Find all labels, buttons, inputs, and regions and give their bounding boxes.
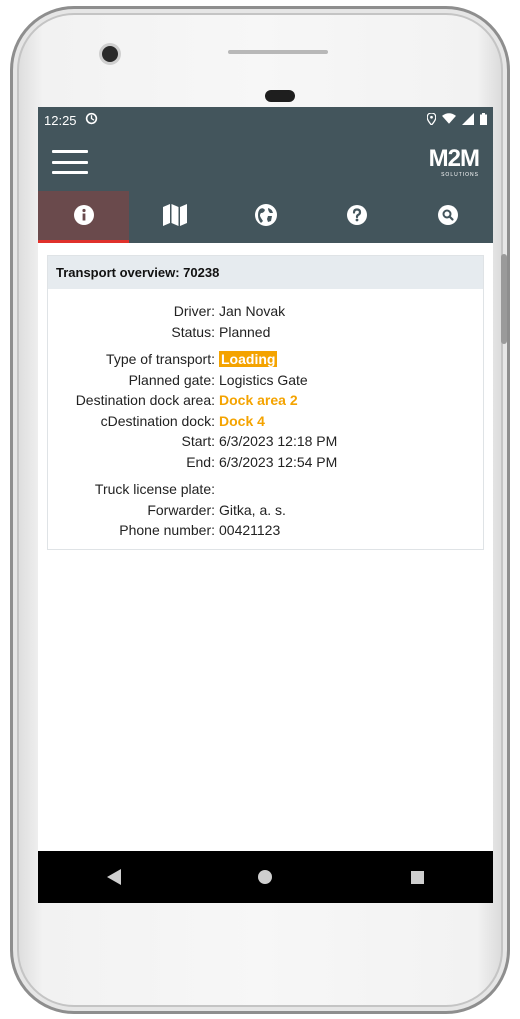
tab-info[interactable] [38, 191, 129, 243]
back-icon[interactable] [94, 857, 134, 897]
dock-area-label: Destination dock area: [75, 392, 215, 409]
dock-area-link[interactable]: Dock area 2 [219, 392, 298, 408]
end-label: End: [186, 453, 215, 470]
menu-icon[interactable] [52, 150, 88, 174]
transport-type-label: Type of transport: [106, 351, 215, 368]
forwarder-value: Gitka, a. s. [219, 501, 286, 518]
home-icon[interactable] [245, 857, 285, 897]
row-planned-gate: Planned gate: Logistics Gate [48, 370, 483, 391]
phone-label: Phone number: [119, 522, 215, 539]
status-bar: 12:25 [38, 107, 493, 133]
row-license-plate: Truck license plate: [48, 479, 483, 500]
planned-gate-value: Logistics Gate [219, 371, 308, 388]
speaker-grille [228, 50, 328, 54]
recents-icon[interactable] [397, 857, 437, 897]
front-camera [102, 46, 118, 62]
planned-gate-label: Planned gate: [128, 371, 215, 388]
start-label: Start: [181, 433, 215, 450]
forwarder-label: Forwarder: [147, 501, 215, 518]
map-icon [162, 203, 187, 231]
logo-subtext: SOLUTIONS [441, 171, 479, 178]
screen: 12:25 M2M SOLUTIONS Transport overview: … [38, 107, 493, 902]
earpiece [265, 90, 295, 102]
transport-type-badge: Loading [219, 351, 278, 368]
tab-help[interactable] [311, 191, 402, 243]
content-area: Transport overview: 70238 Driver: Jan No… [38, 243, 493, 550]
info-icon [73, 204, 94, 230]
system-nav-bar [38, 851, 493, 903]
row-transport-type: Type of transport: Loading [48, 349, 483, 370]
row-status: Status: Planned [48, 322, 483, 343]
status-label: Status: [171, 323, 215, 340]
row-dock: cDestination dock: Dock 4 [48, 411, 483, 432]
signal-icon [462, 112, 474, 128]
transport-card: Transport overview: 70238 Driver: Jan No… [47, 255, 484, 550]
tab-bar [38, 191, 493, 243]
row-forwarder: Forwarder: Gitka, a. s. [48, 500, 483, 521]
logo-text: M2M [428, 144, 480, 172]
row-phone: Phone number: 00421123 [48, 520, 483, 541]
tab-globe[interactable] [220, 191, 311, 243]
end-value: 6/3/2023 12:54 PM [219, 453, 338, 470]
card-title: Transport overview: 70238 [48, 256, 483, 289]
phone-value: 00421123 [219, 522, 281, 539]
tab-map[interactable] [129, 191, 220, 243]
row-driver: Driver: Jan Novak [48, 301, 483, 322]
wifi-icon [442, 113, 456, 127]
driver-value: Jan Novak [219, 303, 286, 320]
power-button [501, 254, 507, 344]
dock-link[interactable]: Dock 4 [219, 413, 265, 429]
status-time: 12:25 [44, 112, 77, 128]
search-icon [437, 204, 458, 230]
help-icon [346, 204, 367, 230]
driver-label: Driver: [173, 303, 215, 320]
status-value: Planned [219, 323, 271, 340]
sync-icon [85, 112, 98, 128]
location-icon [426, 111, 437, 128]
row-dock-area: Destination dock area: Dock area 2 [48, 390, 483, 411]
dock-label: cDestination dock: [100, 412, 215, 429]
battery-icon [480, 112, 487, 128]
details-list: Driver: Jan Novak Status: Planned Type o… [48, 289, 483, 549]
globe-icon [254, 203, 277, 231]
license-plate-label: Truck license plate: [94, 481, 215, 498]
company-logo: M2M SOLUTIONS [428, 144, 480, 178]
app-bar: M2M SOLUTIONS [38, 133, 493, 191]
row-start: Start: 6/3/2023 12:18 PM [48, 431, 483, 452]
tab-search[interactable] [402, 191, 493, 243]
start-value: 6/3/2023 12:18 PM [219, 433, 338, 450]
row-end: End: 6/3/2023 12:54 PM [48, 452, 483, 473]
